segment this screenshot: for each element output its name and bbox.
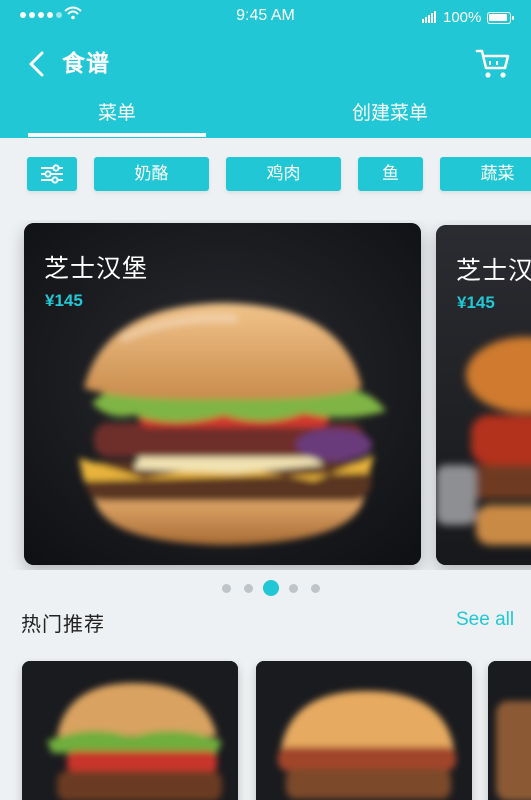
active-tab-indicator — [28, 133, 206, 137]
popular-card[interactable] — [22, 661, 238, 800]
tab-create-menu[interactable]: 创建菜单 — [300, 98, 480, 125]
featured-item-name: 芝士汉堡 — [44, 254, 149, 283]
burger-image — [22, 661, 238, 800]
pagination-dot[interactable] — [289, 584, 298, 593]
pagination-dot-active[interactable] — [263, 580, 279, 596]
burger-image — [488, 661, 531, 800]
chevron-left-icon[interactable] — [24, 50, 50, 78]
featured-item-name: 芝士汉 — [456, 256, 531, 285]
featured-card[interactable]: 芝士汉堡 ¥145 — [24, 223, 421, 565]
filter-chip-row: 奶酪 鸡肉 鱼 蔬菜 — [0, 157, 531, 195]
burger-image — [256, 661, 472, 800]
sliders-icon — [41, 164, 63, 184]
battery-percent: 100% — [443, 9, 482, 26]
popular-section-title: 热门推荐 — [21, 612, 105, 636]
tab-menu[interactable]: 菜单 — [28, 98, 206, 125]
chip-chicken[interactable]: 鸡肉 — [226, 157, 341, 191]
popular-card[interactable] — [256, 661, 472, 800]
carousel-pagination — [0, 580, 531, 596]
see-all-link[interactable]: See all — [456, 609, 514, 631]
featured-item-price: ¥145 — [457, 293, 495, 312]
cart-icon[interactable] — [475, 46, 511, 82]
filter-button[interactable] — [27, 157, 77, 191]
status-bar: 9:45 AM 100% — [0, 0, 531, 34]
battery-icon — [487, 12, 514, 24]
page-title: 食谱 — [62, 51, 110, 77]
app-header: 9:45 AM 100% 食谱 菜单 创建菜单 — [0, 0, 531, 138]
signal-bars-icon — [422, 11, 436, 23]
chip-vegetables[interactable]: 蔬菜 — [440, 157, 531, 191]
featured-carousel[interactable]: 芝士汉堡 ¥145 芝士汉 ¥145 — [0, 220, 531, 570]
pagination-dot[interactable] — [222, 584, 231, 593]
chip-fish[interactable]: 鱼 — [358, 157, 423, 191]
pagination-dot[interactable] — [244, 584, 253, 593]
popular-card[interactable] — [488, 661, 531, 800]
popular-list[interactable] — [0, 658, 531, 800]
chip-cheese[interactable]: 奶酪 — [94, 157, 209, 191]
tab-bar: 菜单 创建菜单 — [0, 92, 531, 138]
featured-item-price: ¥145 — [45, 291, 83, 310]
featured-card-next[interactable]: 芝士汉 ¥145 — [436, 225, 531, 565]
pagination-dot[interactable] — [311, 584, 320, 593]
